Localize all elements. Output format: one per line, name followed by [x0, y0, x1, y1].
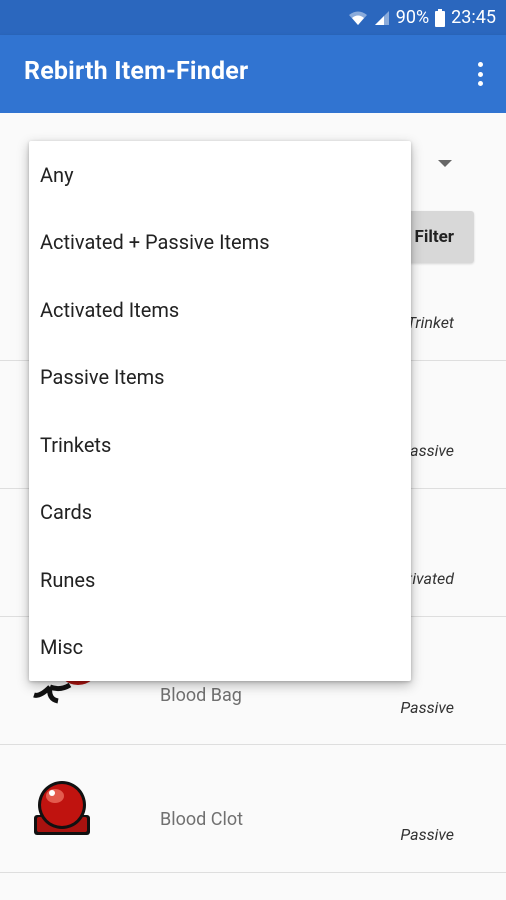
signal-icon [374, 10, 389, 25]
menu-item-cards[interactable]: Cards [29, 479, 411, 547]
menu-item-any[interactable]: Any [29, 141, 411, 209]
menu-item-trinkets[interactable]: Trinkets [29, 411, 411, 479]
battery-percent: 90% [395, 7, 430, 28]
status-bar-right: 90% 23:45 [348, 0, 496, 35]
menu-item-passive[interactable]: Passive Items [29, 344, 411, 412]
item-type: Trinket [406, 313, 454, 332]
status-bar: 90% 23:45 [0, 0, 506, 35]
category-dropdown-menu: Any Activated + Passive Items Activated … [29, 141, 411, 681]
item-type: Passive [400, 825, 454, 844]
clock: 23:45 [451, 7, 496, 28]
more-vert-icon[interactable] [470, 59, 490, 89]
menu-item-activated-passive[interactable]: Activated + Passive Items [29, 209, 411, 277]
list-item[interactable]: Blood Clot Passive [0, 745, 506, 873]
app-bar: Rebirth Item-Finder [0, 35, 506, 113]
wifi-icon [348, 11, 367, 25]
menu-item-runes[interactable]: Runes [29, 546, 411, 614]
item-type: Passive [400, 698, 454, 717]
app-title: Rebirth Item-Finder [24, 57, 249, 86]
menu-item-activated[interactable]: Activated Items [29, 276, 411, 344]
blood-clot-icon [34, 781, 90, 835]
item-name: Blood Bag [160, 685, 242, 706]
battery-icon [435, 8, 446, 27]
menu-item-misc[interactable]: Misc [29, 614, 411, 682]
item-name: Blood Clot [160, 809, 243, 830]
chevron-down-icon[interactable] [438, 160, 452, 167]
